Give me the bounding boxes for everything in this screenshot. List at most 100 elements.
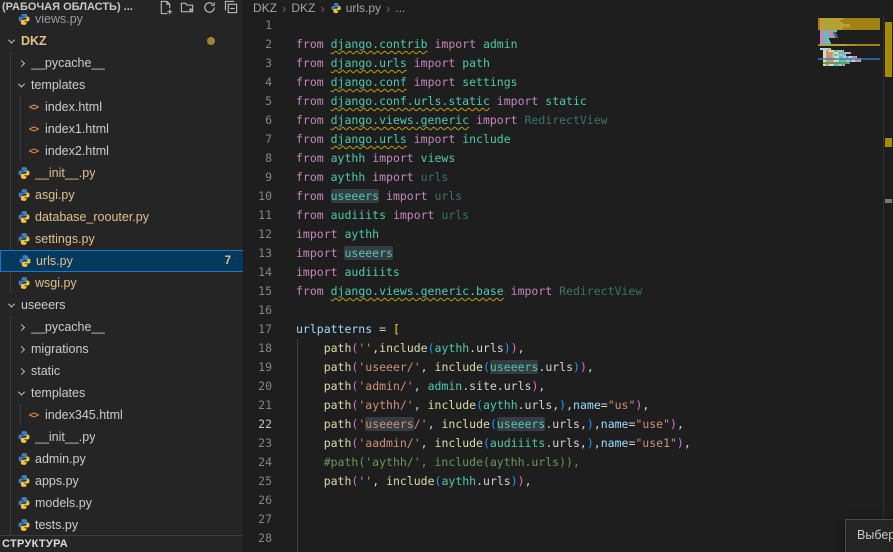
code-line-21[interactable]: 21 path('aythh/', include(aythh.urls,),n… <box>245 396 893 415</box>
code-token: , <box>538 379 545 393</box>
code-token: , <box>414 379 428 393</box>
tree-item-index345.html[interactable]: <>index345.html <box>0 404 244 426</box>
code-line-13[interactable]: 13import useeers <box>245 244 893 263</box>
breadcrumb-item[interactable]: ... <box>395 1 405 15</box>
code-line-3[interactable]: 3 from django.urls import path <box>245 54 893 73</box>
code-line-18[interactable]: 18 path('',include(aythh.urls)), <box>245 339 893 358</box>
collapse-all-icon[interactable] <box>224 0 239 15</box>
code-line-12[interactable]: 12import aythh <box>245 225 893 244</box>
breadcrumb-item[interactable]: DKZ <box>291 1 315 15</box>
code-token: path <box>324 360 352 374</box>
code-token: django.urls <box>331 132 407 146</box>
code-line-15[interactable]: 15from django.views.generic.base import … <box>245 282 893 301</box>
code-line-22[interactable]: 22 path('useeers/', include(useeers.urls… <box>245 415 893 434</box>
line-number: 6 <box>245 111 272 130</box>
tree-item-templates[interactable]: templates <box>0 74 244 96</box>
eol-tooltip: Выберите последовательность конца строки <box>845 519 893 552</box>
code-line-1[interactable]: 1 <box>245 16 893 35</box>
tree-item-settings.py[interactable]: settings.py <box>0 228 244 250</box>
tree-item-__pycache__[interactable]: __pycache__ <box>0 316 244 338</box>
code-line-23[interactable]: 23 path('aadmin/', include(audiiits.urls… <box>245 434 893 453</box>
python-icon <box>16 188 31 203</box>
tree-item-index1.html[interactable]: <>index1.html <box>0 118 244 140</box>
line-number: 28 <box>245 529 272 548</box>
code-line-20[interactable]: 20 path('admin/', admin.site.urls), <box>245 377 893 396</box>
new-folder-icon[interactable] <box>180 0 195 15</box>
tree-item-__pycache__[interactable]: __pycache__ <box>0 52 244 74</box>
code-line-6[interactable]: 6from django.views.generic import Redire… <box>245 111 893 130</box>
tree-item-index2.html[interactable]: <>index2.html <box>0 140 244 162</box>
code-token: import <box>296 246 344 260</box>
code-token: useeers <box>497 417 545 431</box>
tree-item-apps.py[interactable]: apps.py <box>0 470 244 492</box>
tree-item-index.html[interactable]: <>index.html <box>0 96 244 118</box>
new-file-icon[interactable] <box>158 0 173 15</box>
line-number: 3 <box>245 54 272 73</box>
tree-item-urls.py[interactable]: urls.py7 <box>0 250 244 272</box>
code-text: from aythh import views <box>296 149 455 168</box>
code-token: ) <box>670 417 677 431</box>
overview-ruler-scrollbar[interactable] <box>883 0 893 552</box>
line-number: 5 <box>245 92 272 111</box>
code-line-7[interactable]: 7from django.urls import include <box>245 130 893 149</box>
python-icon <box>16 474 31 489</box>
code-text: from useeers import urls <box>296 187 462 206</box>
code-line-17[interactable]: 17urlpatterns = [ <box>245 320 893 339</box>
chevron-right-icon <box>18 59 25 66</box>
code-text: path('aythh/', include(aythh.urls,),name… <box>296 396 649 415</box>
code-token: [ <box>393 322 400 336</box>
tree-item-database_roouter.py[interactable]: database_roouter.py <box>0 206 244 228</box>
code-text: from django.urls import path <box>296 54 490 73</box>
code-line-27[interactable]: 27 <box>245 510 893 529</box>
line-number: 21 <box>245 396 272 415</box>
tree-item-DKZ[interactable]: DKZ <box>0 30 244 52</box>
code-line-28[interactable]: 28 <box>245 529 893 548</box>
tree-item-wsgi.py[interactable]: wsgi.py <box>0 272 244 294</box>
line-number: 10 <box>245 187 272 206</box>
code-text: path('aadmin/', include(audiiits.urls,),… <box>296 434 691 453</box>
python-icon <box>16 210 31 225</box>
tree-item-admin.py[interactable]: admin.py <box>0 448 244 470</box>
code-line-11[interactable]: 11from audiiits import urls <box>245 206 893 225</box>
code-text: from django.conf.urls.static import stat… <box>296 92 587 111</box>
tree-item-migrations[interactable]: migrations <box>0 338 244 360</box>
code-token: /' <box>414 417 428 431</box>
breadcrumb-item[interactable]: urls.py <box>330 1 381 15</box>
tree-item-label: wsgi.py <box>35 276 77 290</box>
code-line-14[interactable]: 14import audiiits <box>245 263 893 282</box>
tree-item-useeers[interactable]: useeers <box>0 294 244 316</box>
code-area[interactable]: 12from django.contrib import admin3 from … <box>245 0 893 552</box>
tree-item-tests.py[interactable]: tests.py <box>0 514 244 536</box>
code-line-2[interactable]: 2from django.contrib import admin <box>245 35 893 54</box>
refresh-icon[interactable] <box>202 0 217 15</box>
breadcrumb-item[interactable]: DKZ <box>253 1 277 15</box>
line-number: 1 <box>245 16 272 35</box>
code-token: useeers <box>365 417 413 431</box>
line-number: 17 <box>245 320 272 339</box>
chevron-right-icon <box>18 345 25 352</box>
code-line-4[interactable]: 4from django.conf import settings <box>245 73 893 92</box>
code-line-8[interactable]: 8 from aythh import views <box>245 149 893 168</box>
code-line-24[interactable]: 24 #path('aythh/', include(aythh.urls)), <box>245 453 893 472</box>
chevron-down-icon <box>18 80 25 87</box>
code-line-5[interactable]: 5 from django.conf.urls.static import sta… <box>245 92 893 111</box>
code-token <box>296 360 324 374</box>
outline-section-header[interactable]: СТРУКТУРА <box>0 535 243 552</box>
tree-item-templates[interactable]: templates <box>0 382 244 404</box>
tree-item-asgi.py[interactable]: asgi.py <box>0 184 244 206</box>
code-line-19[interactable]: 19 path('useeer/', include(useeers.urls)… <box>245 358 893 377</box>
code-token: ) <box>504 341 511 355</box>
tree-item-__init__.py[interactable]: __init__.py <box>0 162 244 184</box>
tree-item-models.py[interactable]: models.py <box>0 492 244 514</box>
code-line-9[interactable]: 9from aythh import urls <box>245 168 893 187</box>
code-token: , <box>684 436 691 450</box>
tree-item-static[interactable]: static <box>0 360 244 382</box>
code-line-26[interactable]: 26 <box>245 491 893 510</box>
code-line-25[interactable]: 25 path('', include(aythh.urls)), <box>245 472 893 491</box>
minimap[interactable] <box>818 0 880 552</box>
line-number: 9 <box>245 168 272 187</box>
code-line-16[interactable]: 16 <box>245 301 893 320</box>
line-number: 8 <box>245 149 272 168</box>
tree-item-__init__.py[interactable]: __init__.py <box>0 426 244 448</box>
code-line-10[interactable]: 10 from useeers import urls <box>245 187 893 206</box>
